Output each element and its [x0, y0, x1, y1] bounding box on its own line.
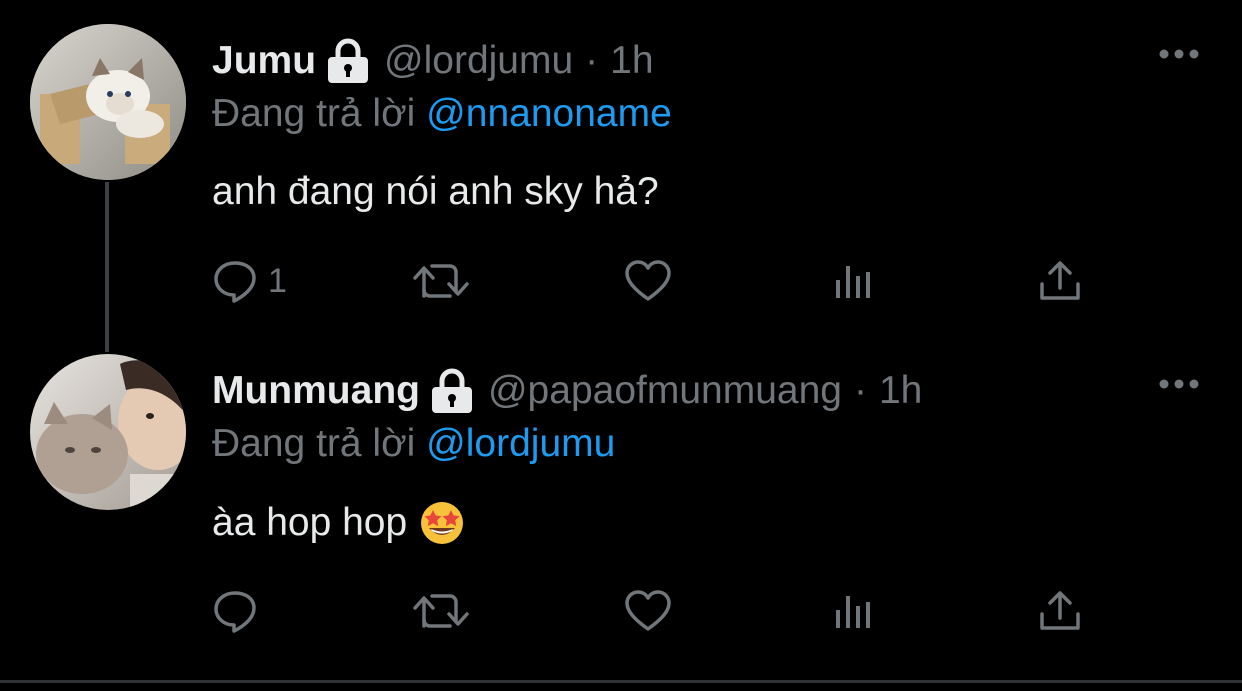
share-icon	[1040, 591, 1080, 630]
tweet-actions	[212, 586, 1092, 636]
separator-dot: ·	[853, 369, 867, 412]
user-handle[interactable]: @lordjumu	[384, 39, 573, 83]
separator-dot: ·	[585, 39, 599, 82]
tweet-text-content: anh đang nói anh sky hả?	[212, 170, 659, 213]
lock-icon	[430, 368, 474, 414]
stats-icon	[836, 266, 870, 298]
share-button[interactable]	[1038, 586, 1082, 636]
retweet-icon	[413, 594, 469, 628]
retweet-icon	[413, 264, 469, 298]
share-icon	[1040, 261, 1080, 300]
replying-to: Đang trả lời @lordjumu	[212, 422, 615, 466]
cat-avatar-icon[interactable]	[30, 24, 186, 180]
bottom-divider	[0, 680, 1242, 683]
tweet-text: anh đang nói anh sky hả?	[212, 170, 659, 214]
heart-icon	[625, 590, 671, 631]
retweet-button[interactable]	[412, 256, 470, 306]
reply-mention-link[interactable]: @lordjumu	[426, 422, 615, 465]
retweet-button[interactable]	[412, 586, 470, 636]
tweet-actions: 1	[212, 256, 1092, 306]
tweet-header: Munmuang @papaofmunmuang · 1h	[212, 366, 922, 416]
like-button[interactable]	[624, 256, 672, 306]
reply-icon	[214, 261, 256, 303]
heart-icon	[625, 260, 671, 301]
like-button[interactable]	[624, 586, 672, 636]
reply-button[interactable]	[212, 586, 268, 636]
display-name[interactable]: Jumu	[212, 39, 316, 83]
reply-mention-link[interactable]: @nnanoname	[426, 92, 672, 135]
stats-button[interactable]	[832, 586, 876, 636]
lock-icon	[326, 38, 370, 84]
share-button[interactable]	[1038, 256, 1082, 306]
stats-icon	[836, 596, 870, 628]
display-name[interactable]: Munmuang	[212, 369, 420, 413]
tweet-thread: Jumu @lordjumu · 1h Đang trả lời @nnanon…	[0, 0, 1242, 691]
reply-button[interactable]: 1	[212, 256, 287, 306]
reply-count: 1	[268, 261, 287, 300]
replying-to-label: Đang trả lời	[212, 92, 416, 135]
thread-connector-line	[105, 182, 109, 352]
more-icon[interactable]	[1158, 374, 1200, 394]
star-struck-emoji-icon	[419, 500, 465, 546]
reply-icon	[214, 591, 256, 633]
tweet-text: àa hop hop	[212, 500, 465, 546]
timestamp[interactable]: 1h	[610, 39, 653, 83]
stats-button[interactable]	[832, 256, 876, 306]
tweet-text-content: àa hop hop	[212, 501, 408, 544]
replying-to-label: Đang trả lời	[212, 422, 416, 465]
timestamp[interactable]: 1h	[879, 369, 922, 413]
replying-to: Đang trả lời @nnanoname	[212, 92, 672, 136]
user-handle[interactable]: @papaofmunmuang	[488, 369, 842, 413]
more-icon[interactable]	[1158, 44, 1200, 64]
tweet-header: Jumu @lordjumu · 1h	[212, 36, 654, 86]
person-with-cat-avatar-icon[interactable]	[30, 354, 186, 510]
